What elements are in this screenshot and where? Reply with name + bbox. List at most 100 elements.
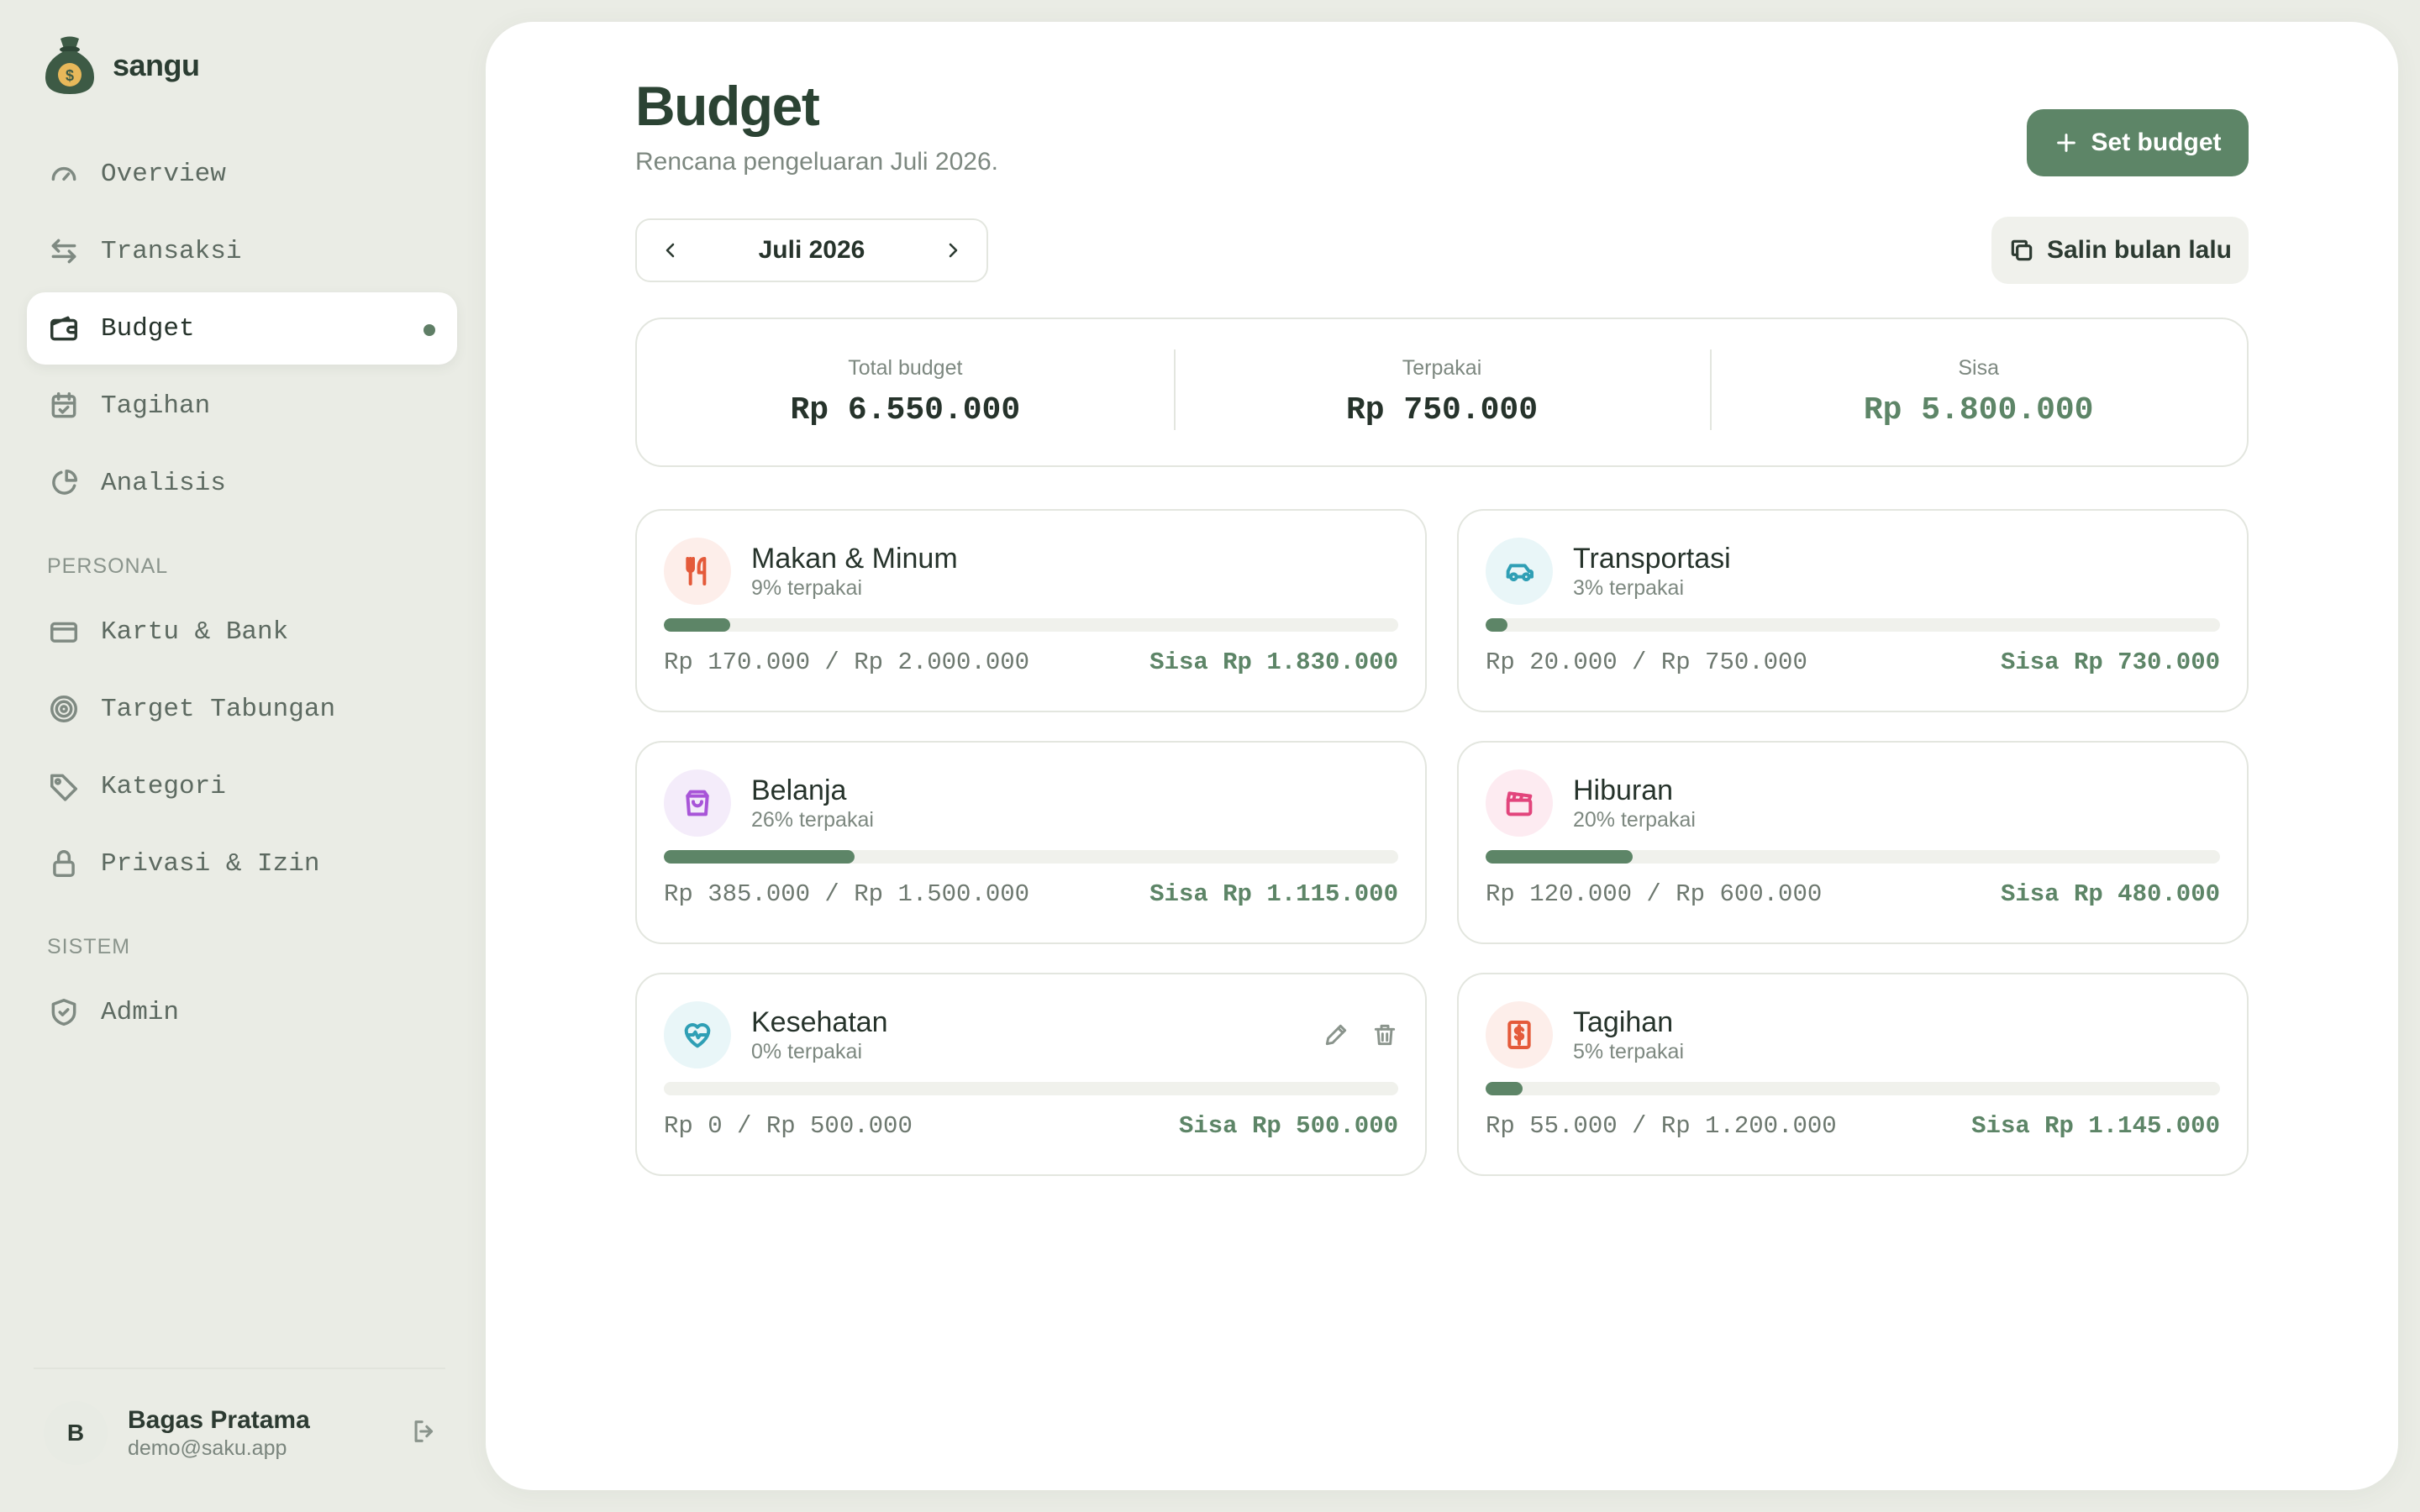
target-icon <box>47 692 81 726</box>
money-bag-logo-icon: $ <box>45 36 94 94</box>
budget-card[interactable]: Hiburan 20% terpakai Rp 120.000 / Rp 600… <box>1457 741 2249 944</box>
category-used-percent: 3% terpakai <box>1573 576 1685 600</box>
sidebar-item-transaksi[interactable]: Transaksi <box>27 215 457 287</box>
category-used-percent: 5% terpakai <box>1573 1040 1685 1063</box>
sidebar-item-target-tabungan[interactable]: Target Tabungan <box>27 673 457 745</box>
prev-month-button[interactable] <box>654 234 687 267</box>
summary-remaining: Sisa Rp 5.800.000 <box>1710 349 2247 430</box>
page-title: Budget <box>635 75 820 137</box>
category-amount: Rp 120.000 / Rp 600.000 <box>1486 880 1823 908</box>
category-remaining: Sisa Rp 1.115.000 <box>1150 880 1398 908</box>
category-name: Transportasi <box>1573 543 1731 575</box>
budget-summary: Total budget Rp 6.550.000 Terpakai Rp 75… <box>635 318 2249 467</box>
category-remaining: Sisa Rp 1.145.000 <box>1971 1112 2220 1140</box>
progress-bar <box>664 850 1398 864</box>
pencil-edit-icon[interactable] <box>1323 1021 1349 1048</box>
divider <box>34 1368 445 1369</box>
budget-card[interactable]: Makan & Minum 9% terpakai Rp 170.000 / R… <box>635 509 1427 712</box>
nav-section-sistem: SISTEM <box>47 935 131 958</box>
progress-fill <box>1486 1082 1523 1095</box>
trash-icon[interactable] <box>1371 1021 1398 1048</box>
svg-text:$: $ <box>66 67 74 84</box>
sidebar-item-label: Budget <box>101 313 195 344</box>
clapperboard-icon <box>1486 769 1553 837</box>
sidebar-item-label: Target Tabungan <box>101 694 336 724</box>
main-panel: Budget Rencana pengeluaran Juli 2026. Se… <box>486 22 2398 1490</box>
budget-category-grid: Makan & Minum 9% terpakai Rp 170.000 / R… <box>635 509 2249 1176</box>
user-name: Bagas Pratama <box>128 1406 310 1434</box>
user-info: Bagas Pratama demo@saku.app <box>128 1405 410 1461</box>
chevron-right-icon <box>949 243 958 258</box>
budget-card[interactable]: Tagihan 5% terpakai Rp 55.000 / Rp 1.200… <box>1457 973 2249 1176</box>
avatar[interactable]: B <box>44 1401 108 1465</box>
app-name: sangu <box>113 47 200 82</box>
category-name: Kesehatan <box>751 1006 888 1038</box>
progress-bar <box>664 1082 1398 1095</box>
sidebar-item-budget[interactable]: Budget <box>27 292 457 365</box>
sidebar-item-kartu-bank[interactable]: Kartu & Bank <box>27 596 457 668</box>
page-subtitle: Rencana pengeluaran Juli 2026. <box>635 148 998 176</box>
category-amount: Rp 385.000 / Rp 1.500.000 <box>664 880 1030 908</box>
lock-icon <box>47 847 81 880</box>
budget-card[interactable]: Belanja 26% terpakai Rp 385.000 / Rp 1.5… <box>635 741 1427 944</box>
sidebar-item-label: Kategori <box>101 771 226 801</box>
category-remaining: Sisa Rp 500.000 <box>1178 1112 1398 1140</box>
sidebar-item-tagihan[interactable]: Tagihan <box>27 370 457 442</box>
utensils-icon <box>664 538 731 605</box>
current-month: Juli 2026 <box>758 236 865 264</box>
progress-bar <box>1486 850 2220 864</box>
progress-bar <box>1486 1082 2220 1095</box>
brand[interactable]: $ sangu <box>42 34 200 97</box>
category-amount: Rp 0 / Rp 500.000 <box>664 1112 913 1140</box>
sidebar-item-label: Analisis <box>101 468 226 498</box>
nav-section-personal: PERSONAL <box>47 554 169 578</box>
budget-card[interactable]: Kesehatan 0% terpakai Rp 0 / Rp 500.000 … <box>635 973 1427 1176</box>
sidebar-item-label: Kartu & Bank <box>101 617 289 647</box>
set-budget-button[interactable]: Set budget <box>2027 109 2249 176</box>
logout-icon[interactable] <box>410 1417 439 1450</box>
sidebar-item-label: Overview <box>101 159 226 189</box>
user-profile: B Bagas Pratama demo@saku.app <box>44 1401 439 1465</box>
copy-last-month-button[interactable]: Salin bulan lalu <box>1991 217 2249 284</box>
sidebar-item-label: Tagihan <box>101 391 211 421</box>
category-remaining: Sisa Rp 730.000 <box>2000 648 2220 676</box>
budget-card[interactable]: Transportasi 3% terpakai Rp 20.000 / Rp … <box>1457 509 2249 712</box>
category-remaining: Sisa Rp 480.000 <box>2000 880 2220 908</box>
arrows-swap-icon <box>47 234 81 268</box>
credit-card-icon <box>47 615 81 648</box>
active-indicator-dot <box>424 324 435 336</box>
category-used-percent: 9% terpakai <box>751 576 863 600</box>
sidebar-item-kategori[interactable]: Kategori <box>27 750 457 822</box>
plus-icon <box>2056 134 2075 152</box>
sidebar-item-overview[interactable]: Overview <box>27 138 457 210</box>
heart-pulse-icon <box>664 1001 731 1068</box>
shield-check-icon <box>47 995 81 1029</box>
sidebar: $ sangu Overview Transaksi Budget Tagiha… <box>0 0 471 1512</box>
sidebar-item-label: Transaksi <box>101 236 242 266</box>
copy-last-month-label: Salin bulan lalu <box>2046 236 2233 264</box>
pie-chart-icon <box>47 466 81 500</box>
gauge-icon <box>47 157 81 191</box>
calendar-check-icon <box>47 389 81 423</box>
shopping-bag-icon <box>664 769 731 837</box>
sidebar-item-admin[interactable]: Admin <box>27 976 457 1048</box>
sidebar-nav: Overview Transaksi Budget Tagihan Analis… <box>27 138 457 1053</box>
progress-fill <box>664 850 855 864</box>
progress-bar <box>664 618 1398 632</box>
category-used-percent: 26% terpakai <box>751 808 874 832</box>
summary-total-value: Rp 6.550.000 <box>790 392 1021 428</box>
sidebar-item-privasi-izin[interactable]: Privasi & Izin <box>27 827 457 900</box>
user-email: demo@saku.app <box>128 1436 287 1460</box>
summary-used: Terpakai Rp 750.000 <box>1173 349 1711 430</box>
next-month-button[interactable] <box>936 234 970 267</box>
progress-fill <box>1486 850 1633 864</box>
card-actions <box>1323 1021 1398 1048</box>
summary-remaining-label: Sisa <box>1958 356 1999 380</box>
sidebar-item-analisis[interactable]: Analisis <box>27 447 457 519</box>
category-name: Makan & Minum <box>751 543 958 575</box>
category-remaining: Sisa Rp 1.830.000 <box>1150 648 1398 676</box>
progress-fill <box>1486 618 1508 632</box>
set-budget-label: Set budget <box>2091 129 2222 156</box>
progress-fill <box>664 618 730 632</box>
category-name: Hiburan <box>1573 774 1674 806</box>
